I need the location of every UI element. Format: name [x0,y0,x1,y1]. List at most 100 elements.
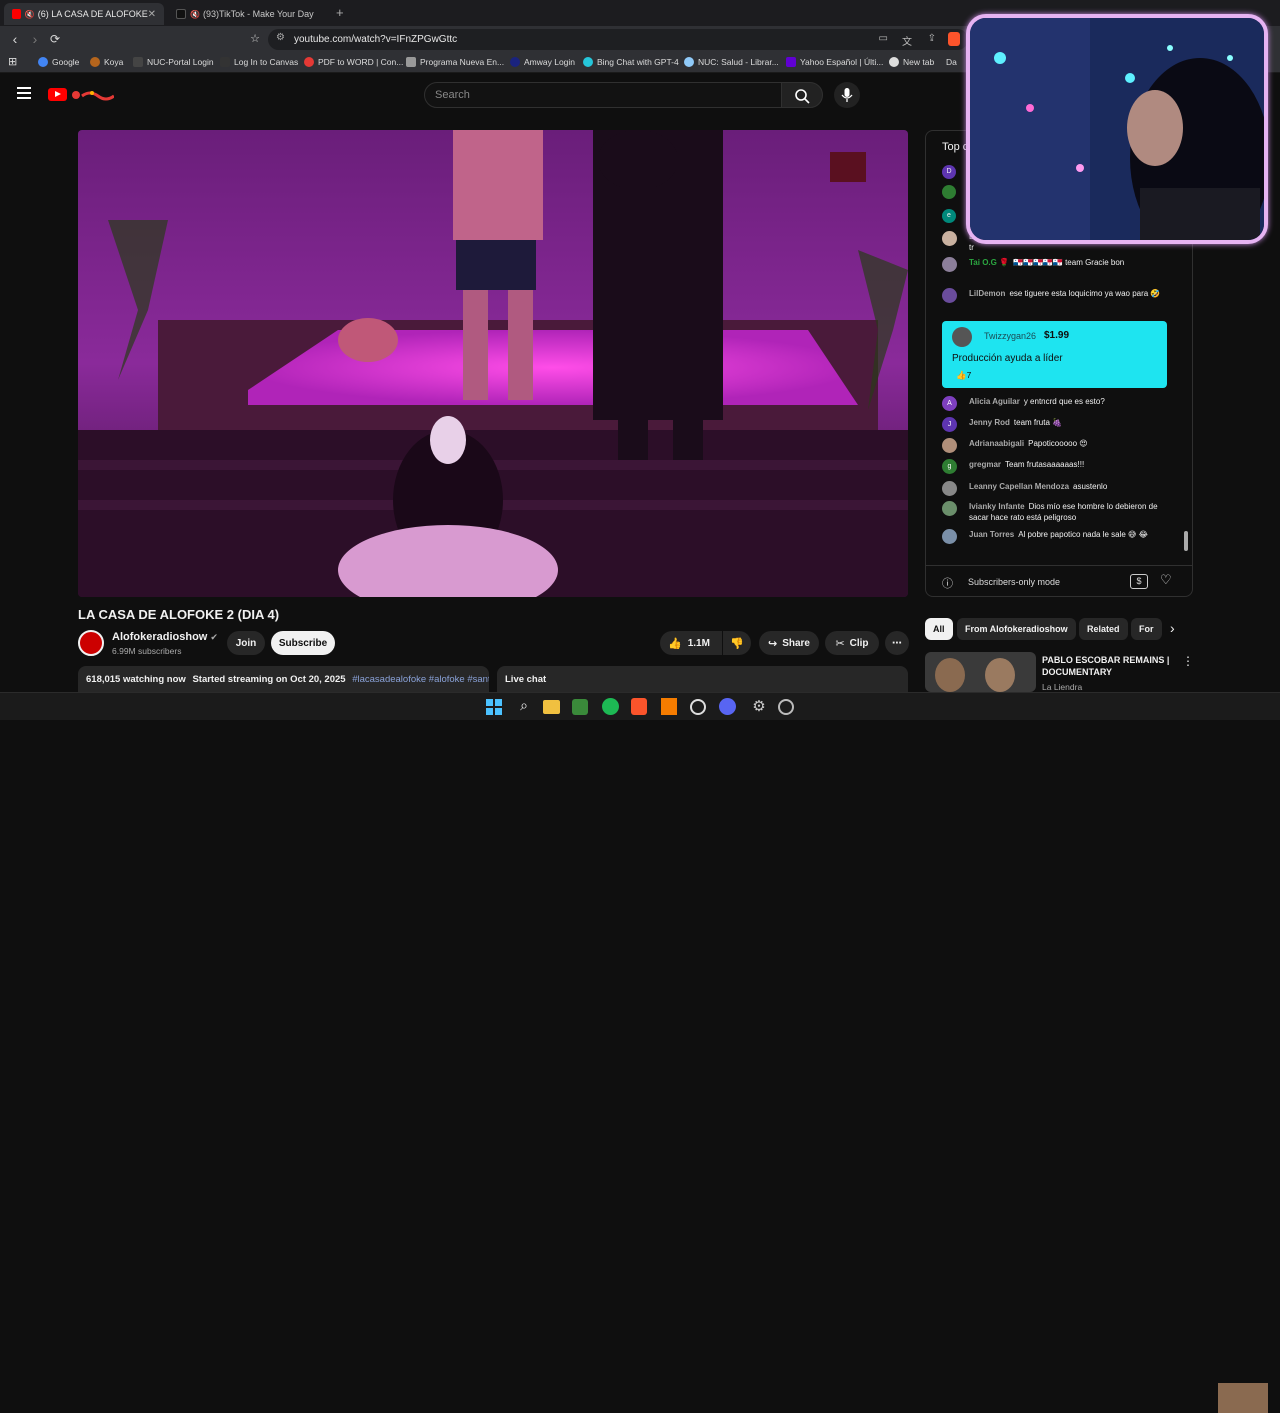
taskbar-search-icon[interactable]: ⌕ [514,697,534,717]
related-video-title[interactable]: PABLO ESCOBAR REMAINS | DOCUMENTARY [1042,654,1172,678]
chat-avatar: A [942,396,957,411]
channel-avatar[interactable] [78,630,104,656]
like-button[interactable]: 👍 1.1M [660,631,722,655]
doodle-logo[interactable] [70,88,115,101]
chips-next-icon[interactable]: › [1170,620,1175,636]
chat-text: Al pobre papotico nada le sale 😅 😂 [1018,530,1148,539]
chat-author[interactable]: LilDemon [969,289,1005,298]
app-icon[interactable] [661,698,677,715]
bookmark-programa[interactable]: Programa Nueva En... [406,57,504,67]
translate-icon[interactable]: 文 [902,33,912,48]
share-page-icon[interactable]: ⇪ [928,33,936,44]
related-video-channel[interactable]: La Liendra [1042,682,1082,692]
apps-grid-icon[interactable]: ⊞ [8,55,17,68]
clip-label: Clip [849,637,869,649]
info-icon[interactable]: ⓘ [942,575,953,591]
bookmark-pdf-to-word[interactable]: PDF to WORD | Con... [304,57,403,67]
chat-author[interactable]: Ivianky Infante [969,502,1025,511]
chip-related[interactable]: Related [1079,618,1128,640]
stream-start-date: Started streaming on Oct 20, 2025 [192,674,346,685]
more-actions-button[interactable]: ⋯ [885,631,909,655]
super-chat-author[interactable]: Twizzygan26 [984,331,1036,341]
hashtags[interactable]: #lacasadealofoke #alofoke #santo [352,674,489,685]
address-bar[interactable]: ⚙ youtube.com/watch?v=IFnZPGwGttc ▭ 文 ⇪ [268,29,968,50]
file-explorer-icon[interactable] [543,700,560,714]
bookmark-nuc-salud[interactable]: NUC: Salud - Librar... [684,57,779,67]
chat-text: ese tiguere esta loquicimo ya wao para 🤣 [1009,289,1161,298]
tab-youtube[interactable]: 🔇 (6) LA CASA DE ALOFOKE 2 (I ✕ [4,3,164,25]
store-icon[interactable] [572,699,588,715]
video-player[interactable] [78,130,908,597]
chat-avatar [942,257,957,272]
related-more-icon[interactable]: ⋮ [1182,654,1194,668]
yahoo-icon [786,57,796,67]
bookmark-koya[interactable]: Koya [90,57,123,67]
bookmark-google[interactable]: Google [38,57,79,67]
spotify-icon[interactable] [602,698,619,715]
chat-avatar [942,529,957,544]
nuc-icon [133,57,143,67]
chat-author[interactable]: Leanny Capellan Mendoza [969,482,1069,491]
cast-icon[interactable]: ▭ [879,33,888,44]
bing-icon [583,57,593,67]
settings-gear-icon[interactable]: ⚙ [749,697,769,717]
chat-header[interactable]: Top c [942,141,968,153]
reload-button[interactable]: ⟳ [46,31,64,47]
chat-author[interactable]: Alicia Aguilar [969,397,1020,406]
bookmark-new-tab[interactable]: New tab [889,57,934,67]
search-button[interactable] [781,82,823,108]
bookmark-star-icon[interactable]: ☆ [246,31,264,47]
super-chat-likes[interactable]: 👍7 [956,370,971,381]
bookmark-canvas[interactable]: Log In to Canvas [220,57,298,67]
verified-icon: ✔ [210,632,218,642]
discord-icon[interactable] [719,698,736,715]
forward-button[interactable]: › [26,31,44,47]
join-button[interactable]: Join [227,631,265,655]
google-icon [38,57,48,67]
clip-button[interactable]: ✂ Clip [825,631,879,655]
heart-icon[interactable]: ♡ [1160,572,1172,588]
subscribe-button[interactable]: Subscribe [271,631,335,655]
chat-scrollbar[interactable] [1184,531,1188,551]
super-chat-dollar-icon[interactable]: $ [1130,574,1148,589]
chat-author[interactable]: Tai O.G 🌹 [969,258,1009,267]
related-video-thumbnail[interactable] [925,652,1036,692]
share-button[interactable]: ↪ Share [759,631,819,655]
chat-author[interactable]: gregmar [969,460,1001,469]
bookmark-label: NUC: Salud - Librar... [698,57,779,67]
channel-name[interactable]: Alofokeradioshow ✔ [112,631,218,643]
youtube-logo[interactable] [48,88,67,101]
bookmark-bing-chat[interactable]: Bing Chat with GPT-4 [583,57,679,67]
bookmark-label: New tab [903,57,935,67]
voice-search-button[interactable] [834,82,860,108]
site-info-icon[interactable]: ⚙ [276,32,285,43]
bookmark-label: Da [946,57,957,67]
amway-icon [510,57,520,67]
bookmark-amway[interactable]: Amway Login [510,57,575,67]
capture-icon[interactable] [690,699,706,715]
chip-from-channel[interactable]: From Alofokeradioshow [957,618,1076,640]
brave-shield-icon[interactable] [948,32,960,46]
steam-icon[interactable] [778,699,794,715]
bookmark-da[interactable]: Da [946,57,957,67]
super-chat-card[interactable]: Twizzygan26 $1.99 Producción ayuda a líd… [942,321,1167,388]
chat-author[interactable]: Juan Torres [969,530,1014,539]
bookmark-nuc-portal[interactable]: NUC-Portal Login [133,57,214,67]
chat-author[interactable]: Adrianaabigali [969,439,1024,448]
thumbs-up-icon: 👍 [956,370,967,380]
chat-author[interactable]: Jenny Rod [969,418,1010,427]
bookmark-yahoo[interactable]: Yahoo Español | Últi... [786,57,883,67]
dislike-button[interactable]: 👎 [723,631,751,655]
brave-browser-icon[interactable] [631,698,647,715]
chip-all[interactable]: All [925,618,953,640]
back-button[interactable]: ‹ [6,31,24,47]
tab-tiktok[interactable]: 🔇 (93)TikTok - Make Your Day [168,3,328,25]
menu-icon[interactable] [17,87,31,99]
new-tab-button[interactable]: + [336,5,344,20]
chip-for-you[interactable]: For [1131,618,1162,640]
close-tab-icon[interactable]: ✕ [148,9,156,20]
search-input[interactable]: Search [424,82,782,108]
more-horizontal-icon: ⋯ [892,637,902,649]
windows-start-icon[interactable] [484,697,504,717]
channel-watermark [830,152,866,182]
